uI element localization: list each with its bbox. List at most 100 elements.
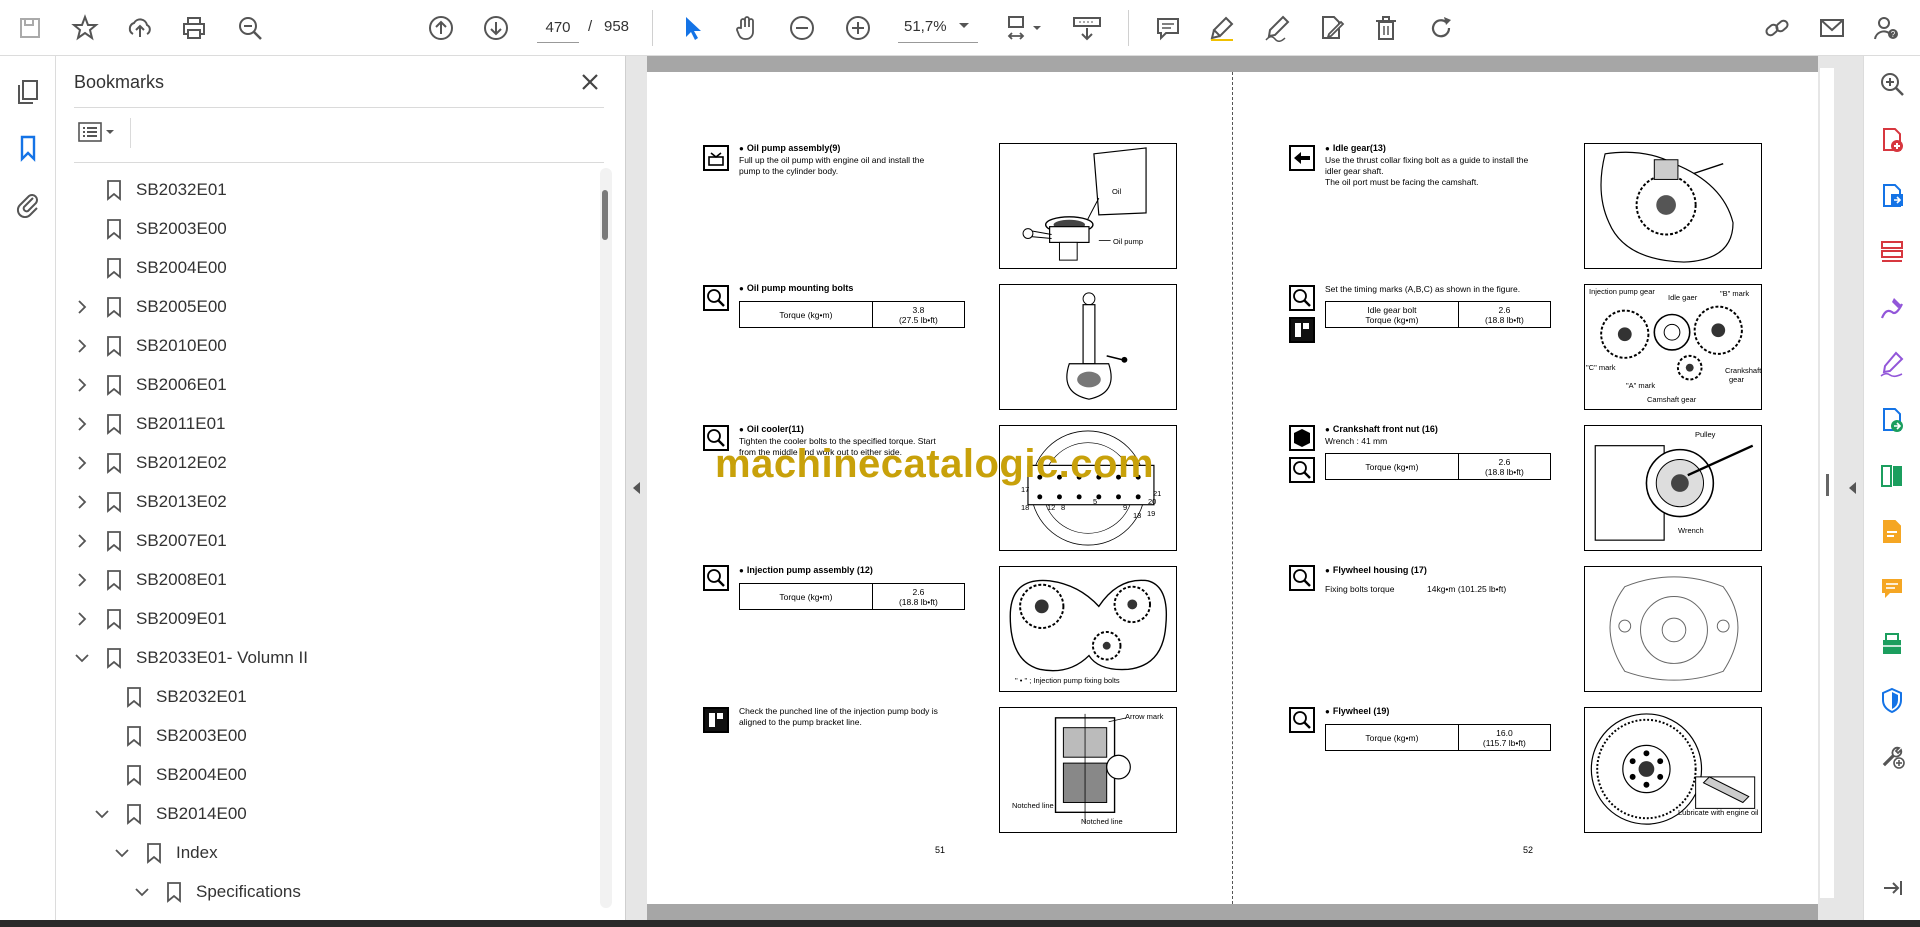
chevron-right-icon[interactable] [72, 414, 92, 434]
page-gap [647, 904, 1818, 920]
torque-imperial: (115.7 lb•ft) [1482, 737, 1526, 748]
torque-label-cell: Idle gear bolt Torque (kg•m) [1326, 302, 1459, 327]
zoom-select[interactable]: 51,7% [898, 13, 978, 43]
page-number-input[interactable] [537, 13, 579, 43]
edit-document-icon[interactable] [1313, 10, 1349, 46]
page-fit-icon[interactable] [1000, 10, 1050, 46]
minus-circle-icon[interactable] [784, 10, 820, 46]
bookmark-icon[interactable] [12, 132, 44, 164]
bookmark-item[interactable]: Index [112, 833, 218, 872]
bookmark-item[interactable]: SB2013E02 [72, 482, 227, 521]
chevron-right-icon[interactable] [72, 609, 92, 629]
trash-icon[interactable] [1368, 10, 1404, 46]
arrow-up-circle-icon[interactable] [423, 10, 459, 46]
oil-pump-bolts-figure [999, 284, 1177, 410]
scrollbar-track[interactable] [600, 168, 612, 908]
torque-value-cell: 2.6 (18.8 lb•ft) [1459, 454, 1550, 479]
injection-pump-figure [999, 566, 1177, 692]
bookmark-label: SB2032E01 [136, 179, 227, 199]
chevron-down-icon[interactable] [132, 882, 152, 902]
bookmark-item[interactable]: SB2004E00 [72, 248, 227, 287]
bookmark-label: SB2006E01 [136, 374, 227, 394]
hand-icon[interactable] [729, 10, 765, 46]
bookmark-item[interactable]: SB2003E00 [72, 209, 227, 248]
bookmark-item[interactable]: SB2010E00 [72, 326, 227, 365]
expand-panel-icon[interactable] [1876, 872, 1908, 904]
close-icon[interactable] [576, 68, 604, 96]
link-icon[interactable] [1759, 10, 1795, 46]
bookmark-icon [107, 413, 121, 435]
chevron-right-icon[interactable] [72, 570, 92, 590]
more-tools-icon[interactable] [1876, 740, 1908, 772]
comment-icon[interactable] [1150, 10, 1186, 46]
bookmark-options-button[interactable] [76, 118, 124, 146]
plus-circle-icon[interactable] [840, 10, 876, 46]
bookmark-item[interactable]: SB2006E01 [72, 365, 227, 404]
pen-sign-icon[interactable] [1259, 10, 1295, 46]
create-pdf-icon[interactable] [1876, 124, 1908, 156]
bookmark-item[interactable]: SB2032E01 [92, 677, 247, 716]
cursor-icon[interactable] [674, 10, 710, 46]
oil-fill-icon [703, 145, 729, 171]
export-pdf-icon[interactable] [1876, 180, 1908, 212]
combine-files-icon[interactable] [1876, 404, 1908, 436]
protect-icon[interactable] [1876, 684, 1908, 716]
bookmark-item[interactable]: Specifications [132, 872, 301, 911]
comment-tool-icon[interactable] [1876, 572, 1908, 604]
scroll-mode-icon[interactable] [1067, 10, 1107, 46]
chevron-right-icon[interactable] [72, 531, 92, 551]
compare-icon[interactable] [1876, 460, 1908, 492]
bookmark-item[interactable]: SB2005E00 [72, 287, 227, 326]
bookmark-item[interactable]: SB2009E01 [72, 599, 227, 638]
chevron-right-icon[interactable] [72, 492, 92, 512]
page-total: 958 [604, 18, 630, 35]
mail-icon[interactable] [1814, 10, 1850, 46]
chevron-right-icon[interactable] [72, 453, 92, 473]
splitter-handle[interactable] [1826, 474, 1829, 496]
chevron-down-icon[interactable] [92, 804, 112, 824]
bookmark-item[interactable]: SB2011E01 [72, 404, 225, 443]
organize-pages-icon[interactable] [1876, 236, 1908, 268]
bookmark-item[interactable]: SB2032E01 [72, 170, 227, 209]
bookmark-item[interactable]: SB2033E01- Volumn II [72, 638, 308, 677]
star-icon[interactable] [67, 10, 103, 46]
zoom-search-icon[interactable] [232, 10, 268, 46]
scan-ocr-icon[interactable] [1876, 628, 1908, 660]
bookmark-item[interactable]: SB2008E01 [72, 560, 227, 599]
main-toolbar: / 958 51,7% [0, 0, 1920, 56]
torque-table: Idle gear bolt Torque (kg•m) 2.6 (18.8 l… [1325, 301, 1551, 328]
figure-label: 9 [1123, 503, 1128, 512]
bookmark-icon [107, 374, 121, 396]
zoom-in-icon[interactable] [1876, 68, 1908, 100]
upload-icon[interactable] [122, 10, 158, 46]
chevron-down-icon[interactable] [112, 843, 132, 863]
sign-icon[interactable] [1876, 348, 1908, 380]
figure-label: Pulley [1695, 430, 1716, 439]
edit-pdf-icon[interactable] [1876, 516, 1908, 548]
bookmark-item[interactable]: SB2004E00 [92, 755, 247, 794]
account-icon[interactable]: ? [1868, 10, 1904, 46]
spacer [72, 258, 92, 278]
chevron-right-icon[interactable] [72, 375, 92, 395]
arrow-down-circle-icon[interactable] [478, 10, 514, 46]
chevron-right-icon[interactable] [72, 297, 92, 317]
fill-sign-icon[interactable] [1876, 292, 1908, 324]
pages-icon[interactable] [12, 76, 44, 108]
bookmark-item[interactable]: SB2003E00 [92, 716, 247, 755]
oil-pump-figure [999, 143, 1177, 269]
chevron-down-icon[interactable] [72, 648, 92, 668]
bookmark-item[interactable]: SB2014E00 [92, 794, 247, 833]
print-icon[interactable] [176, 10, 212, 46]
scrollbar-thumb[interactable] [602, 190, 608, 240]
bookmark-item[interactable]: SB2007E01 [72, 521, 227, 560]
collapse-right-panel-icon[interactable] [1845, 478, 1859, 498]
collapse-left-panel-icon[interactable] [630, 478, 644, 498]
redo-icon[interactable] [1423, 10, 1459, 46]
figure-label: Crankshaft [1725, 366, 1762, 375]
save-icon[interactable] [12, 10, 48, 46]
highlighter-icon[interactable] [1204, 10, 1240, 46]
bookmark-icon [127, 725, 141, 747]
bookmark-item[interactable]: SB2012E02 [72, 443, 227, 482]
attachment-icon[interactable] [12, 188, 44, 220]
chevron-right-icon[interactable] [72, 336, 92, 356]
